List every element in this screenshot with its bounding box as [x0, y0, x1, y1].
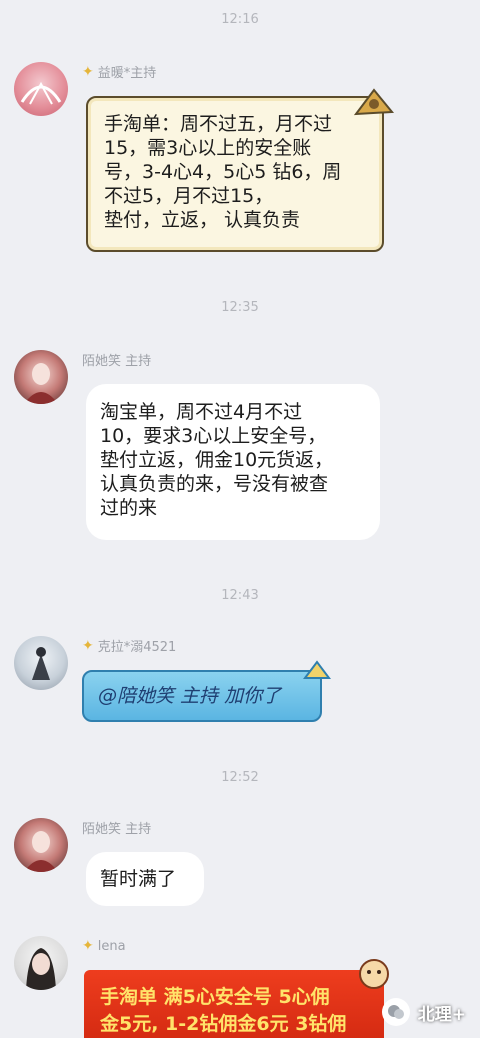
avatar-image: [26, 948, 56, 990]
sender-name: 陌她笑 主持: [82, 822, 152, 837]
message-line: 淘宝单，周不过4月不过: [100, 401, 303, 423]
avatar[interactable]: [14, 636, 68, 690]
message-line: @陪她笑 主持 加你了: [98, 685, 282, 707]
watermark: 北理+: [381, 998, 466, 1026]
avatar[interactable]: [14, 936, 68, 990]
message-bubble[interactable]: @陪她笑 主持 加你了: [82, 670, 322, 722]
message-line: 10，要求3心以上安全号，: [100, 425, 327, 447]
star-badge-icon: ✦: [82, 63, 94, 80]
bubble-corner-decoration-icon: [303, 660, 331, 679]
timestamp: 12:16: [221, 12, 259, 27]
avatar[interactable]: [14, 350, 68, 404]
avatar-image: [20, 81, 62, 105]
bubble-corner-decoration-icon: [359, 959, 389, 989]
message-line: 不过5，月不过15，: [104, 185, 274, 207]
message-line: 垫付，立返， 认真负责: [104, 209, 301, 231]
star-badge-icon: ✦: [82, 637, 94, 654]
sender-name: ✦ lena: [82, 938, 126, 954]
message-line: 认真负责的来，号没有被查: [100, 473, 329, 495]
avatar[interactable]: [14, 62, 68, 116]
message-line: 金5元, 1-2钻佣金6元 3钻佣: [100, 1013, 347, 1035]
avatar-image: [24, 363, 58, 404]
timestamp: 12:35: [221, 300, 259, 315]
sender-name: ✦ 克拉*溺4521: [82, 637, 177, 656]
message-bubble[interactable]: 淘宝单，周不过4月不过 10，要求3心以上安全号， 垫付立返，佣金10元货返， …: [86, 384, 380, 540]
wechat-channel-icon: [381, 998, 410, 1026]
sender-name: 陌她笑 主持: [82, 354, 152, 369]
bubble-corner-decoration-icon: [353, 88, 395, 116]
message-bubble[interactable]: 手淘单：周不过五，月不过 15，需3心以上的安全账 号，3-4心4，5心5 钻6…: [86, 96, 384, 252]
avatar-image: [32, 647, 50, 680]
message-line: 号，3-4心4，5心5 钻6，周: [104, 161, 342, 183]
timestamp: 12:52: [221, 770, 259, 785]
message-line: 15，需3心以上的安全账: [104, 137, 312, 159]
message-line: 垫付立返，佣金10元货返，: [100, 449, 334, 471]
message-line: 过的来: [100, 497, 158, 519]
message-bubble[interactable]: 手淘单 满5心安全号 5心佣 金5元, 1-2钻佣金6元 3钻佣: [84, 970, 384, 1038]
avatar[interactable]: [14, 818, 68, 872]
message-line: 手淘单：周不过五，月不过: [104, 113, 333, 135]
avatar-image: [24, 831, 58, 872]
message-line: 暂时满了: [100, 868, 177, 890]
timestamp: 12:43: [221, 588, 259, 603]
message-bubble[interactable]: 暂时满了: [86, 852, 204, 906]
watermark-text: 北理+: [417, 1004, 466, 1025]
star-badge-icon: ✦: [82, 938, 94, 954]
sender-name: ✦ 益暖*主持: [82, 63, 157, 82]
message-line: 手淘单 满5心安全号 5心佣: [100, 986, 330, 1008]
